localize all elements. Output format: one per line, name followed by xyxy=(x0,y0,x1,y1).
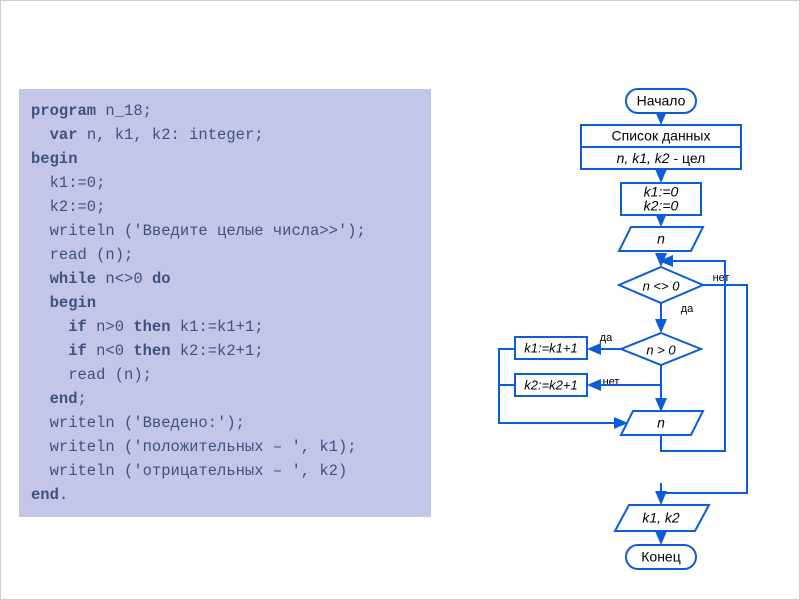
code-text: n_18; xyxy=(96,102,152,120)
kw-do: do xyxy=(152,270,171,288)
fc-datalist-label: Список данных xyxy=(612,128,711,144)
fc-assign1-label: k1:=k1+1 xyxy=(524,340,578,355)
fc-input-n2-label: n xyxy=(657,415,665,431)
code-panel: program n_18; var n, k1, k2: integer; be… xyxy=(19,89,431,517)
kw-end2: end xyxy=(31,486,59,504)
fc-no1: нет xyxy=(713,272,730,284)
fc-yes1: да xyxy=(681,303,694,315)
fc-no2: нет xyxy=(603,376,620,388)
kw-then1: then xyxy=(133,318,170,336)
fc-cond2-label: n > 0 xyxy=(646,342,676,357)
code-text: k1:=k1+1; xyxy=(171,318,264,336)
code-text: read (n); xyxy=(31,366,152,384)
kw-begin: begin xyxy=(31,150,78,168)
code-text: n>0 xyxy=(87,318,134,336)
fc-start-label: Начало xyxy=(637,93,686,109)
code-text: n<>0 xyxy=(96,270,152,288)
kw-program: program xyxy=(31,102,96,120)
fc-init2: k2:=0 xyxy=(644,198,679,214)
fc-assign2-label: k2:=k2+1 xyxy=(524,377,578,392)
fc-output-label: k1, k2 xyxy=(642,510,680,526)
code-text: n<0 xyxy=(87,342,134,360)
kw-if1: if xyxy=(31,318,87,336)
kw-begin2: begin xyxy=(31,294,96,312)
fc-vars-line: n, k1, k2 - цел xyxy=(617,150,706,166)
code-text: writeln ('Введено:'); xyxy=(31,414,245,432)
code-text: ; xyxy=(78,390,87,408)
fc-cond1-label: n <> 0 xyxy=(643,278,681,293)
kw-if2: if xyxy=(31,342,87,360)
flowchart: Начало Список данных n, k1, k2 - цел k1:… xyxy=(471,85,776,585)
code-text: k2:=k2+1; xyxy=(171,342,264,360)
code-text: . xyxy=(59,486,68,504)
code-text: writeln ('положительных – ', k1); xyxy=(31,438,357,456)
code-text: writeln ('Введите целые числа>>'); xyxy=(31,222,366,240)
kw-then2: then xyxy=(133,342,170,360)
code-text: read (n); xyxy=(31,246,133,264)
fc-input-n-label: n xyxy=(657,231,665,247)
kw-end1: end xyxy=(31,390,78,408)
code-text: k2:=0; xyxy=(31,198,105,216)
code-text: writeln ('отрицательных – ', k2) xyxy=(31,462,347,480)
kw-while: while xyxy=(31,270,96,288)
code-text: n, k1, k2: integer; xyxy=(78,126,264,144)
code-text: k1:=0; xyxy=(31,174,105,192)
fc-end-label: Конец xyxy=(641,549,680,565)
fc-yes2: да xyxy=(600,332,613,344)
kw-var: var xyxy=(31,126,78,144)
